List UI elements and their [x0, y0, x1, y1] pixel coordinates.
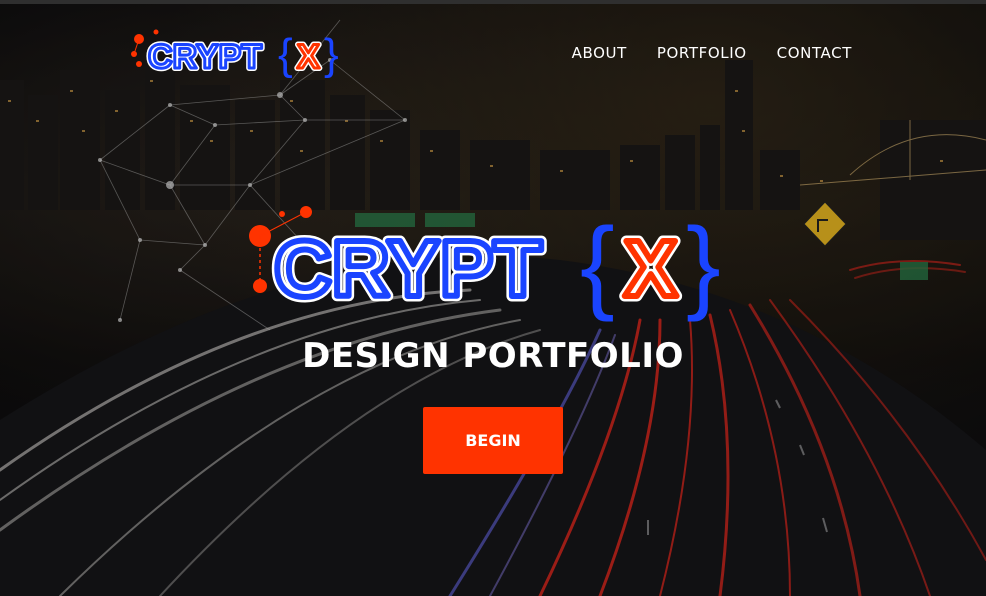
main-nav: ABOUT PORTFOLIO CONTACT	[572, 44, 852, 62]
hero-section: CRYPT CRYPT { X X } ABOUT PORTFOLIO CONT…	[0, 0, 986, 596]
svg-text:}: }	[324, 30, 339, 79]
nav-contact[interactable]: CONTACT	[777, 44, 852, 62]
nav-portfolio[interactable]: PORTFOLIO	[657, 44, 747, 62]
begin-button[interactable]: BEGIN	[423, 407, 563, 474]
hero-logo: CRYPT CRYPT { X X }	[240, 200, 750, 329]
hero-tagline: DESIGN PORTFOLIO	[302, 336, 684, 376]
svg-text:X: X	[297, 38, 320, 76]
nav-about[interactable]: ABOUT	[572, 44, 627, 62]
svg-text:CRYPT: CRYPT	[148, 38, 262, 76]
svg-text:CRYPT: CRYPT	[274, 224, 542, 313]
svg-text:{: {	[580, 207, 615, 323]
svg-text:}: }	[686, 207, 721, 323]
svg-text:X: X	[624, 224, 677, 313]
brand-logo[interactable]: CRYPT CRYPT { X X }	[130, 24, 360, 88]
svg-text:{: {	[278, 30, 293, 79]
